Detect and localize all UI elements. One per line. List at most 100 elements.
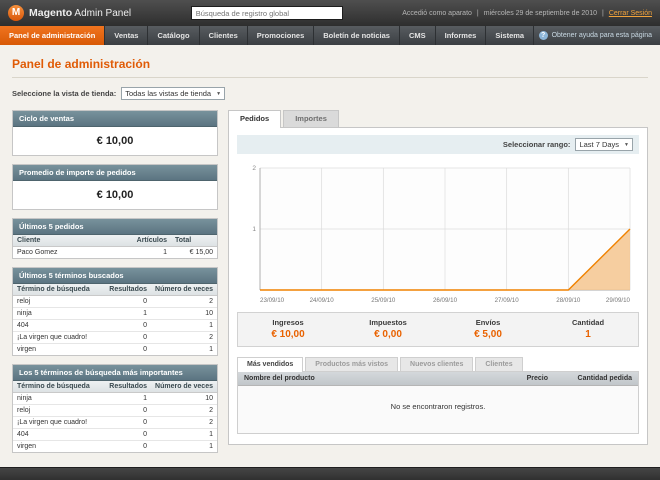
last-search-terms-table: Término de búsqueda Resultados Número de…: [13, 284, 217, 355]
table-row[interactable]: virgen 0 1: [13, 440, 217, 452]
global-search-wrap: [131, 6, 402, 20]
tab-productos-mas-vistos[interactable]: Productos más vistos: [305, 357, 399, 371]
cell-results: 0: [105, 331, 152, 344]
average-orders-card: Promedio de importe de pedidos € 10,00: [12, 164, 218, 210]
cell-uses: 1: [151, 343, 217, 355]
table-header-row: Término de búsqueda Resultados Número de…: [13, 284, 217, 296]
svg-text:29/09/10: 29/09/10: [606, 297, 631, 304]
nav-item-sistema[interactable]: Sistema: [486, 26, 535, 45]
average-orders-value: € 10,00: [96, 189, 134, 201]
orders-chart: 1 2 23/09/10 24/09/10 25/09/10 26/09/10 27/09/…: [252, 165, 631, 304]
cell-term: virgen: [13, 343, 106, 355]
tab-clientes[interactable]: Clientes: [475, 357, 523, 371]
table-row[interactable]: ¡La virgen que cuadro! 0 2: [13, 416, 217, 429]
svg-text:27/09/10: 27/09/10: [495, 297, 520, 304]
logged-in-text: Accedió como aparato: [402, 9, 472, 17]
cell-uses: 2: [151, 404, 217, 417]
last-orders-table: Cliente Artículos Total Paco Gomez 1 € 1…: [13, 235, 217, 258]
stat-cantidad: Cantidad 1: [538, 313, 638, 346]
cell-articulos: 1: [132, 246, 171, 258]
table-row[interactable]: ninja 1 10: [13, 392, 217, 405]
cell-uses: 10: [151, 307, 217, 320]
stat-envios: Envíos € 5,00: [438, 313, 538, 346]
tab-importes[interactable]: Importes: [283, 110, 339, 127]
chevron-down-icon: ▼: [624, 141, 629, 148]
tab-pedidos[interactable]: Pedidos: [228, 110, 282, 128]
card-title: Últimos 5 términos buscados: [13, 268, 217, 284]
svg-text:23/09/10: 23/09/10: [260, 297, 285, 304]
column-header: Término de búsqueda: [13, 381, 106, 393]
tab-mas-vendidos[interactable]: Más vendidos: [237, 357, 304, 372]
column-header: Cantidad pedida: [554, 372, 638, 386]
top-header: M Magento Admin Panel Accedió como apara…: [0, 0, 660, 26]
table-row[interactable]: 404 0 1: [13, 428, 217, 441]
stat-value: € 0,00: [374, 329, 402, 340]
nav-item-clientes[interactable]: Clientes: [200, 26, 248, 45]
nav-item-promociones[interactable]: Promociones: [248, 26, 315, 45]
table-row[interactable]: ninja 1 10: [13, 307, 217, 320]
chart-wrap: 1 2 23/09/10 24/09/10 25/09/10 26/09/10 27/09/…: [229, 154, 647, 306]
table-row[interactable]: virgen 0 1: [13, 343, 217, 355]
table-row[interactable]: ¡La virgen que cuadro! 0 2: [13, 331, 217, 344]
store-switcher: Seleccione la vista de tienda: Todas las…: [12, 87, 648, 100]
products-tabs: Más vendidos Productos más vistos Nuevos…: [237, 357, 639, 372]
stat-label: Impuestos: [369, 318, 407, 327]
logout-link[interactable]: Cerrar Sesión: [609, 10, 652, 17]
nav-item-cms[interactable]: CMS: [400, 26, 436, 45]
table-header-row: Cliente Artículos Total: [13, 235, 217, 247]
stat-label: Envíos: [475, 318, 501, 327]
stat-value: 1: [585, 329, 591, 340]
svg-text:2: 2: [252, 165, 256, 172]
cell-uses: 1: [151, 440, 217, 452]
footer-bar: [0, 467, 660, 480]
products-table: Nombre del producto Precio Cantidad pedi…: [238, 372, 638, 386]
cell-uses: 2: [151, 295, 217, 308]
nav-item-panel-administracion[interactable]: Panel de administración: [0, 26, 106, 45]
empty-message: No se encontraron registros.: [238, 386, 638, 433]
table-row[interactable]: 404 0 1: [13, 319, 217, 332]
help-label: Obtener ayuda para esta página: [551, 32, 652, 39]
cell-term: ¡La virgen que cuadro!: [13, 331, 106, 344]
stat-value: € 5,00: [474, 329, 502, 340]
orders-panel: Seleccionar rango: Last 7 Days ▼ 1 2 23/09…: [228, 127, 648, 445]
nav-item-ventas[interactable]: Ventas: [105, 26, 149, 45]
tab-nuevos-clientes[interactable]: Nuevos clientes: [400, 357, 474, 371]
help-link[interactable]: ? Obtener ayuda para esta página: [538, 26, 660, 45]
cell-results: 0: [105, 440, 152, 452]
store-view-value: Todas las vistas de tienda: [125, 89, 212, 98]
separator: |: [601, 9, 604, 17]
table-row[interactable]: reloj 0 2: [13, 295, 217, 308]
top-search-terms-card: Los 5 términos de búsqueda más important…: [12, 364, 218, 453]
cell-results: 1: [105, 307, 152, 320]
stat-value: € 10,00: [271, 329, 305, 340]
magento-logo[interactable]: M Magento Admin Panel: [8, 5, 131, 21]
last-orders-card: Últimos 5 pedidos Cliente Artículos Tota…: [12, 218, 218, 259]
global-search-input[interactable]: [190, 6, 343, 20]
svg-text:25/09/10: 25/09/10: [371, 297, 396, 304]
cell-uses: 2: [151, 331, 217, 344]
cell-uses: 10: [151, 392, 217, 405]
store-view-label: Seleccione la vista de tienda:: [12, 89, 117, 98]
nav-item-catalogo[interactable]: Catálogo: [148, 26, 200, 45]
column-header: Número de veces: [151, 381, 217, 393]
nav-item-informes[interactable]: Informes: [436, 26, 487, 45]
table-row[interactable]: Paco Gomez 1 € 15,00: [13, 246, 217, 258]
store-view-select[interactable]: Todas las vistas de tienda ▼: [121, 87, 226, 100]
range-select[interactable]: Last 7 Days ▼: [575, 138, 633, 151]
date-text: miércoles 29 de septiembre de 2010: [483, 9, 597, 17]
cell-total: € 15,00: [171, 246, 217, 258]
last-search-terms-card: Últimos 5 términos buscados Término de b…: [12, 267, 218, 356]
logo-title: Magento Admin Panel: [29, 7, 131, 19]
cell-results: 0: [105, 404, 152, 417]
dashboard-right-column: Pedidos Importes Seleccionar rango: Last…: [228, 110, 648, 461]
cell-uses: 1: [151, 319, 217, 332]
table-row[interactable]: reloj 0 2: [13, 404, 217, 417]
column-header: Cliente: [13, 235, 133, 247]
nav-item-boletin[interactable]: Boletín de noticias: [314, 26, 400, 45]
range-value: Last 7 Days: [579, 140, 620, 149]
column-header: Término de búsqueda: [13, 284, 106, 296]
cell-results: 0: [105, 295, 152, 308]
stat-label: Cantidad: [571, 318, 605, 327]
card-title: Ciclo de ventas: [13, 111, 217, 127]
cell-results: 0: [105, 319, 152, 332]
